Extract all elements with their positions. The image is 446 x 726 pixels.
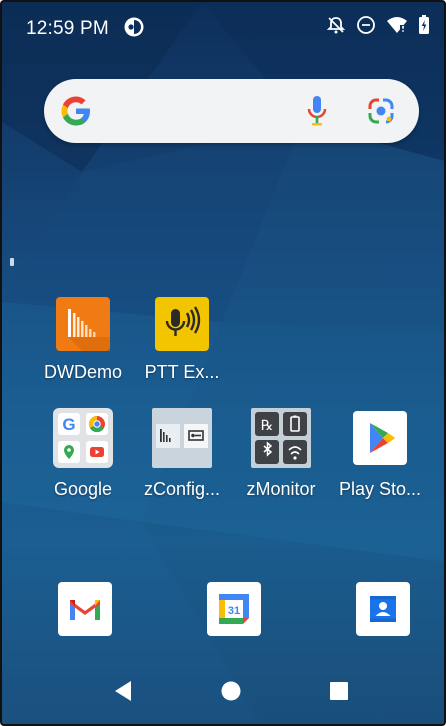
app-label: Google <box>53 479 113 499</box>
notification-app-icon <box>124 17 144 37</box>
status-bar: 12:59 PM <box>2 2 444 54</box>
app-play-store[interactable]: Play Sto... <box>337 408 423 500</box>
recents-button[interactable] <box>329 681 349 701</box>
app-zmonitor[interactable]: ℞ zMonitor <box>238 408 324 500</box>
navigation-bar <box>2 660 444 724</box>
home-screen: 12:59 PM DWDemo PTT Ex... G Google zConf… <box>0 0 446 726</box>
google-g-icon <box>61 96 90 126</box>
app-google-folder[interactable]: G Google <box>40 408 126 500</box>
app-label: zConfig... <box>143 479 221 499</box>
svg-text:G: G <box>62 415 75 434</box>
app-zconfigure[interactable]: zConfig... <box>139 408 225 500</box>
zmonitor-icon: ℞ <box>251 408 311 468</box>
battery-icon <box>419 15 429 34</box>
google-lens-icon[interactable] <box>367 97 395 125</box>
wifi-icon <box>387 17 407 33</box>
app-label: PTT Ex... <box>144 362 220 382</box>
app-label: DWDemo <box>43 362 122 382</box>
ptt-express-icon <box>155 297 209 351</box>
app-label: Play Sto... <box>338 479 422 499</box>
back-button[interactable] <box>113 680 133 702</box>
zconfigure-icon <box>152 408 212 468</box>
edge-handle <box>10 258 14 266</box>
do-not-disturb-icon <box>357 16 375 34</box>
microphone-icon[interactable] <box>305 94 329 128</box>
google-search-bar[interactable] <box>44 79 419 143</box>
gmail-icon[interactable] <box>58 582 112 636</box>
calendar-day: 31 <box>228 605 240 617</box>
app-label: zMonitor <box>246 479 316 499</box>
app-dwdemo[interactable]: DWDemo <box>40 297 126 383</box>
dwdemo-icon <box>56 297 110 351</box>
google-calendar-icon[interactable]: 31 <box>207 582 261 636</box>
google-folder-icon: G <box>53 408 113 468</box>
app-ptt-express[interactable]: PTT Ex... <box>139 297 225 383</box>
svg-text:℞: ℞ <box>261 417 274 433</box>
status-clock: 12:59 PM <box>26 18 109 39</box>
home-button[interactable] <box>221 681 241 701</box>
play-store-icon <box>353 411 407 465</box>
contacts-icon[interactable] <box>356 582 410 636</box>
notifications-muted-icon <box>326 17 346 34</box>
